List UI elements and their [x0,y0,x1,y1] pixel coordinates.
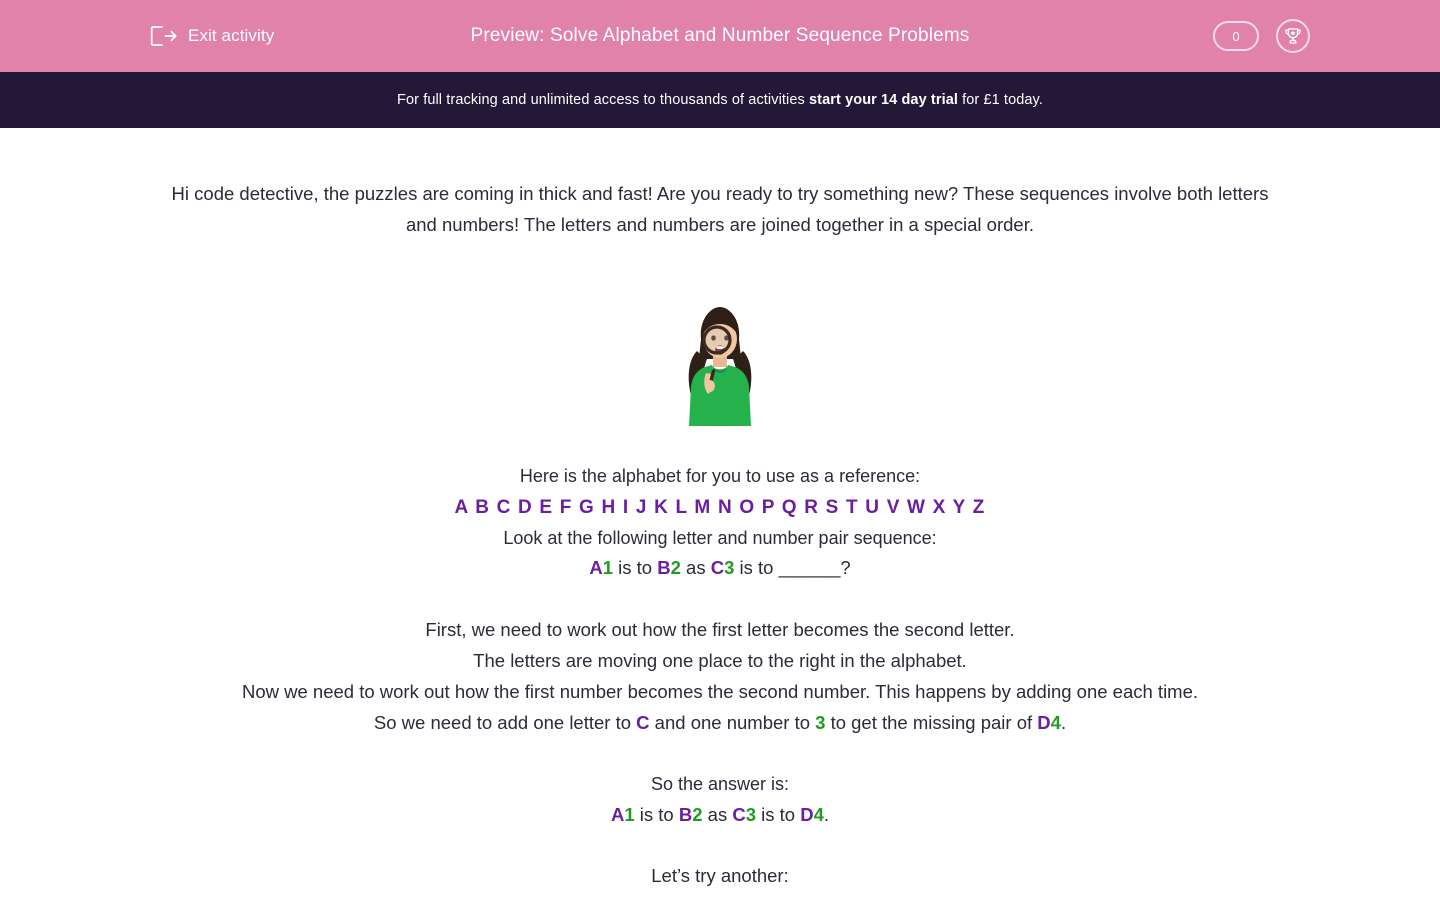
explanation-line-4-a: So we need to add one letter to [373,712,637,733]
question-isto-1: is to [613,557,658,578]
promo-banner: For full tracking and unlimited access t… [0,72,1440,128]
lets-try-another-heading: Let’s try another: [651,864,789,886]
explanation-line-2: The letters are moving one place to the … [473,650,967,671]
promo-trial-link[interactable]: start your 14 day trial [809,92,958,108]
trophy-button[interactable] [1276,19,1310,53]
score-badge[interactable]: 0 [1213,21,1259,51]
exit-activity-button[interactable]: Exit activity [150,0,274,72]
question-pair1-number: 1 [602,557,614,578]
answer-pair1-letter: A [610,803,625,825]
intro-paragraph: Hi code detective, the puzzles are comin… [171,183,1269,235]
explanation-answer-letter: D [1037,712,1051,733]
question-pair1-letter: A [589,557,603,578]
answer-as: as [702,803,733,825]
trophy-icon [1283,26,1303,46]
explanation-section: First, we need to work out how the first… [130,614,1310,738]
question-pair3-number: 3 [724,557,735,578]
explanation-letter-c: C [636,712,650,733]
exit-activity-label: Exit activity [188,26,275,45]
answer-pair2-letter: B [678,803,693,825]
explanation-line-4-c: to get the missing pair of [825,712,1038,733]
answer-pair1-number: 1 [624,803,635,825]
figure-container [0,240,1440,440]
question-blank: ______ [778,557,841,578]
explanation-line-3: Now we need to work out how the first nu… [241,681,1199,702]
answer-pair3-number: 3 [745,803,757,825]
explanation-line-4: So we need to add one letter to C and on… [130,707,1310,738]
question-mark: ? [840,557,851,578]
answer-isto-2: is to [756,803,801,825]
explanation-answer-number: 4 [1050,712,1061,733]
question-pair2-letter: B [657,557,671,578]
alphabet-section: Here is the alphabet for you to use as a… [0,461,1440,583]
answer-period: . [823,803,830,825]
explanation-number-3: 3 [815,712,826,733]
answer-heading: So the answer is: [650,774,790,794]
exit-door-arrow-icon [150,25,177,47]
girl-with-magnifying-glass-photo [675,293,765,438]
answer-pair2-number: 2 [692,803,703,825]
question-pair3-letter: C [710,557,725,578]
answer-pair4-number: 4 [813,803,824,825]
promo-text-before: For full tracking and unlimited access t… [397,92,810,108]
question-as: as [680,557,711,578]
answer-isto-1: is to [634,803,679,825]
answer-pair3-letter: C [732,803,746,825]
promo-banner-text: For full tracking and unlimited access t… [397,92,1043,108]
explanation-line-4-b: and one number to [649,712,816,733]
explanation-line-4-d: . [1060,712,1067,733]
activity-content: Hi code detective, the puzzles are comin… [0,128,1440,891]
question-pair2-number: 2 [670,557,681,578]
alphabet-heading: Here is the alphabet for you to use as a… [519,466,921,486]
answer-pair4-letter: D [800,803,814,825]
question-isto-2: is to [734,557,779,578]
sequence-heading: Look at the following letter and number … [503,527,937,548]
alphabet-reference: A B C D E F G H I J K L M N O P Q R S T … [454,496,986,518]
explanation-line-1: First, we need to work out how the first… [425,619,1015,640]
topbar-actions: 0 [1213,0,1310,72]
answer-sequence: A1 is to B2 as C3 is to D4. [0,800,1440,830]
top-bar: Exit activity Preview: Solve Alphabet an… [0,0,1440,72]
sequence-question: A1 is to B2 as C3 is to ______? [0,553,1440,583]
promo-text-after: for £1 today. [958,92,1043,108]
answer-section: So the answer is: A1 is to B2 as C3 is t… [0,769,1440,830]
